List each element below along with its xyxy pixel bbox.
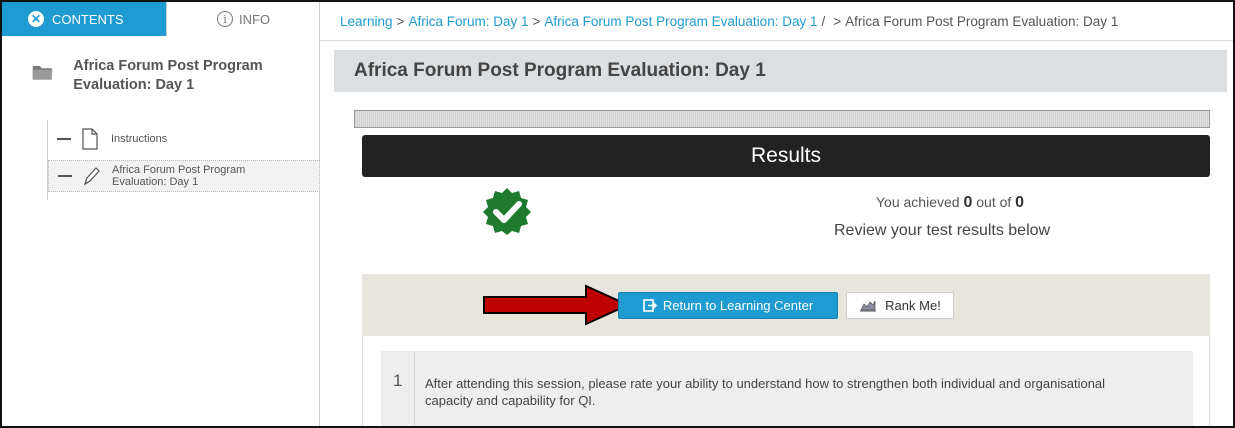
page-title: Africa Forum Post Program Evaluation: Da… <box>354 60 766 81</box>
score-text: You achieved 0 out of 0 <box>876 194 1024 212</box>
breadcrumb-link[interactable]: Africa Forum: Day 1 <box>408 14 528 29</box>
chart-icon <box>860 300 877 312</box>
collapse-dash-icon <box>57 138 71 140</box>
close-circle-icon: ✕ <box>28 11 44 27</box>
page-title-bar: Africa Forum Post Program Evaluation: Da… <box>334 50 1227 92</box>
collapse-dash-icon <box>58 175 72 177</box>
red-arrow-annotation <box>483 284 631 326</box>
divider <box>320 40 1233 41</box>
sidebar: ✕ CONTENTS i INFO Africa Forum Post Prog… <box>2 2 320 426</box>
review-text: Review your test results below <box>834 222 1051 239</box>
breadcrumb-link[interactable]: Africa Forum Post Program Evaluation: Da… <box>544 14 817 29</box>
tab-info[interactable]: i INFO <box>166 2 318 36</box>
question-text: After attending this session, please rat… <box>425 376 1106 408</box>
score-prefix: You achieved <box>876 194 960 210</box>
sidebar-item-label: Africa Forum Post Program Evaluation: Da… <box>112 164 246 188</box>
check-badge-icon <box>483 188 531 235</box>
breadcrumb-current: Africa Forum Post Program Evaluation: Da… <box>845 14 1119 29</box>
progress-bar <box>354 110 1210 128</box>
folder-title: Africa Forum Post Program Evaluation: Da… <box>73 58 263 93</box>
return-button-label: Return to Learning Center <box>662 298 814 313</box>
folder-icon <box>32 65 53 80</box>
sidebar-tree: Instructions Africa Forum Post Program E… <box>47 120 320 200</box>
main-content: Learning > Africa Forum: Day 1 > Africa Foru… <box>320 2 1233 426</box>
question-card: 1 After attending this session, please r… <box>362 336 1210 426</box>
action-bar: Return to Learning Center Rank Me! <box>362 274 1210 336</box>
exit-icon <box>643 299 657 312</box>
document-icon <box>82 128 98 150</box>
rank-me-button[interactable]: Rank Me! <box>846 292 954 319</box>
question-number: 1 <box>393 371 403 390</box>
question-row: 1 After attending this session, please r… <box>381 351 1193 426</box>
score-value: 0 <box>963 194 973 211</box>
sidebar-item-label: Instructions <box>111 133 168 145</box>
return-to-learning-center-button[interactable]: Return to Learning Center <box>618 292 838 319</box>
sidebar-item-instructions[interactable]: Instructions <box>48 124 320 154</box>
sidebar-item-evaluation[interactable]: Africa Forum Post Program Evaluation: Da… <box>48 160 320 192</box>
breadcrumb-link[interactable]: Learning <box>340 14 393 29</box>
results-header-label: Results <box>750 144 822 167</box>
info-icon: i <box>217 11 233 27</box>
score-out-of: out of <box>976 194 1012 210</box>
tab-contents-label: CONTENTS <box>52 11 124 27</box>
sidebar-tabs: ✕ CONTENTS i INFO <box>2 2 318 36</box>
app-frame: ✕ CONTENTS i INFO Africa Forum Post Prog… <box>0 0 1235 428</box>
sidebar-folder[interactable]: Africa Forum Post Program Evaluation: Da… <box>32 57 312 95</box>
pencil-icon <box>83 167 100 186</box>
tab-contents[interactable]: ✕ CONTENTS <box>2 2 166 36</box>
tab-info-label: INFO <box>239 11 271 27</box>
results-header: Results <box>362 135 1210 177</box>
score-total: 0 <box>1015 194 1025 211</box>
rank-button-label: Rank Me! <box>885 298 941 313</box>
breadcrumb: Learning > Africa Forum: Day 1 > Africa Foru… <box>340 14 1119 29</box>
